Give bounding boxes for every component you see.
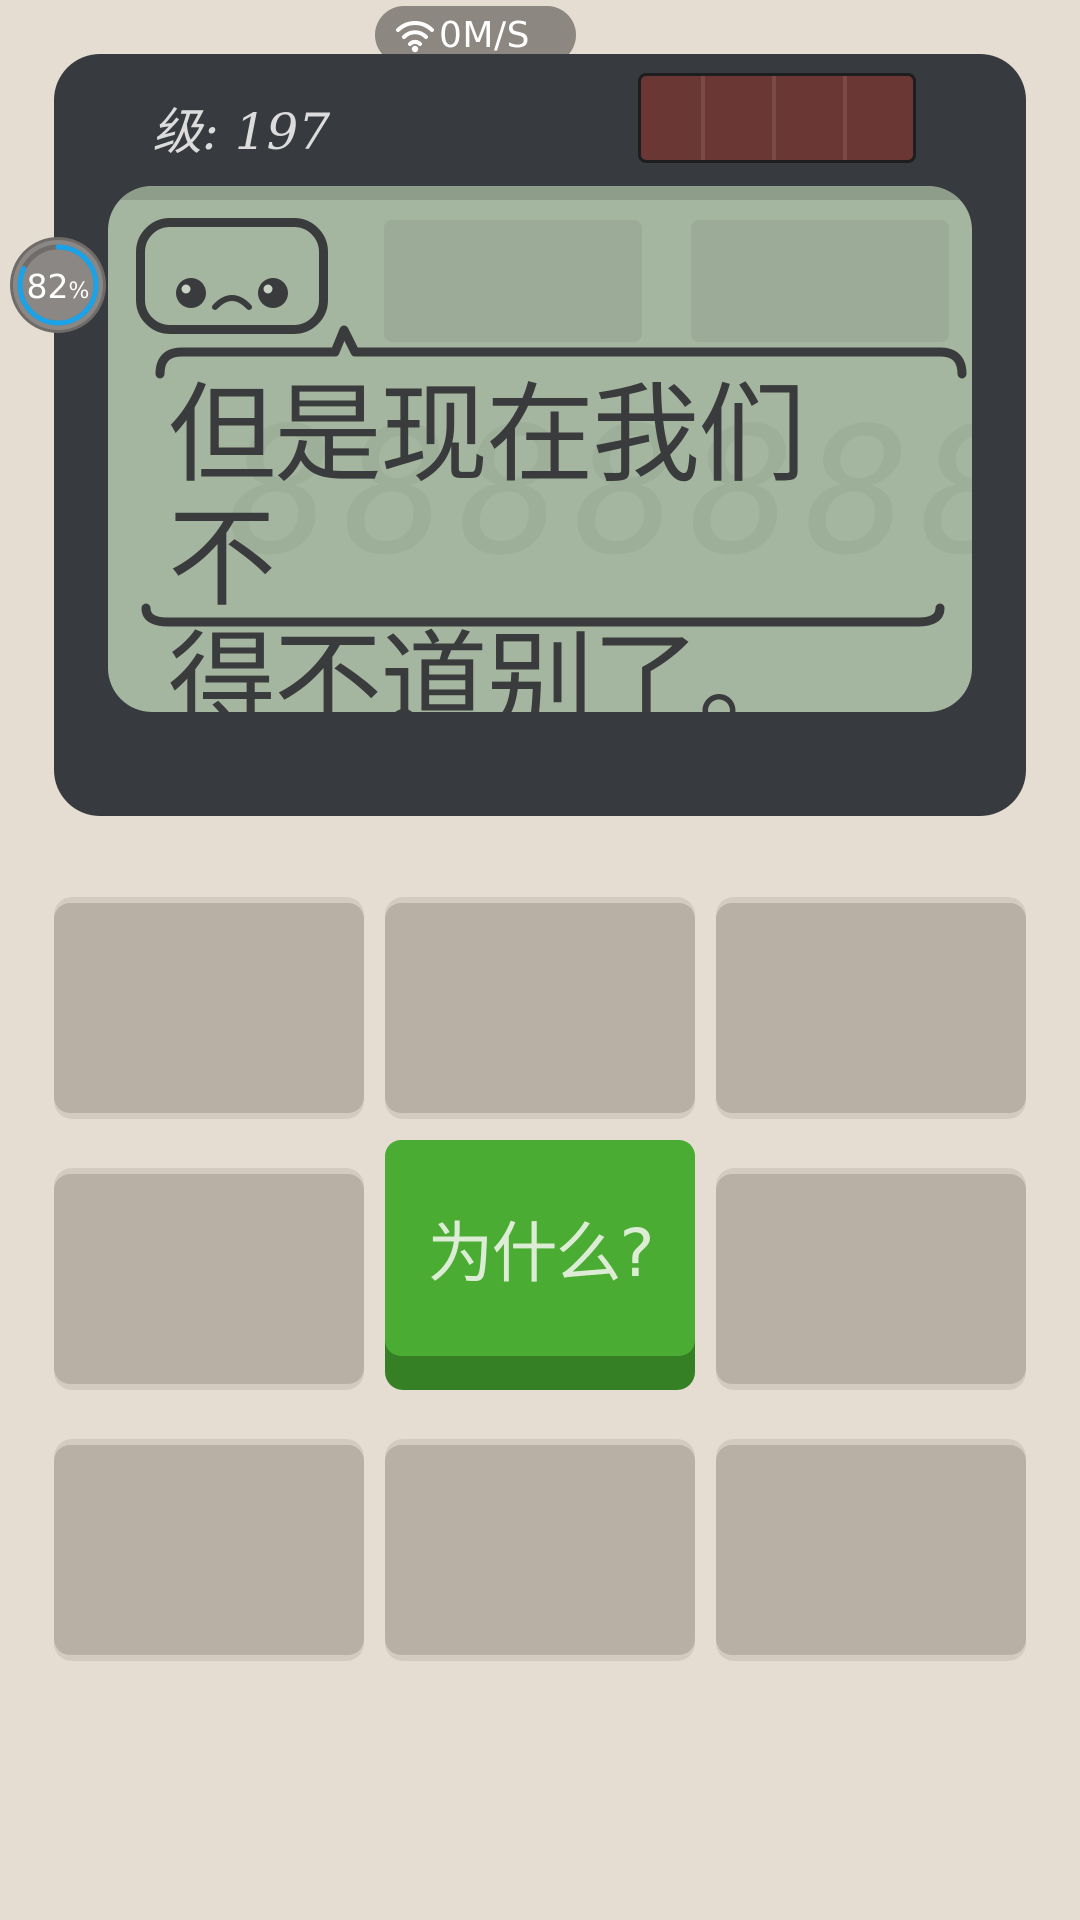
answer-key-empty[interactable]: [716, 1439, 1026, 1661]
game-screen: 0M/S 级: 197 8888888 但是现在我们不 得不道别了。 82% 为…: [0, 0, 1080, 1920]
network-speed-text: 0M/S: [439, 14, 530, 56]
dialog-line: 得不道别了。: [168, 621, 806, 713]
calculator-device: 级: 197 8888888 但是现在我们不 得不道别了。: [54, 54, 1026, 816]
progress-unit: %: [68, 279, 90, 304]
wifi-icon: [396, 20, 434, 53]
dialog-text: 但是现在我们不 得不道别了。: [168, 373, 888, 713]
progress-number: 82: [26, 267, 69, 306]
answer-key-label: 为什么?: [427, 1215, 654, 1292]
battery-segment: [843, 76, 847, 160]
answer-key-empty[interactable]: [385, 897, 695, 1119]
battery-segment: [772, 76, 776, 160]
dialog-line: 但是现在我们不: [168, 373, 806, 622]
answer-key-empty[interactable]: [385, 1439, 695, 1661]
answer-key-empty[interactable]: [54, 897, 364, 1119]
answer-key-why[interactable]: 为什么?: [385, 1140, 695, 1390]
answer-key-empty[interactable]: [54, 1168, 364, 1390]
level-label: 级: 197: [152, 103, 331, 161]
answer-key-empty[interactable]: [54, 1439, 364, 1661]
answer-key-empty[interactable]: [716, 897, 1026, 1119]
progress-circle[interactable]: 82%: [10, 237, 106, 333]
battery-segment: [701, 76, 705, 160]
answer-key-empty[interactable]: [716, 1168, 1026, 1390]
lcd-screen: 8888888 但是现在我们不 得不道别了。: [108, 186, 972, 712]
battery-display: [638, 73, 916, 163]
progress-text: 82%: [13, 267, 103, 306]
